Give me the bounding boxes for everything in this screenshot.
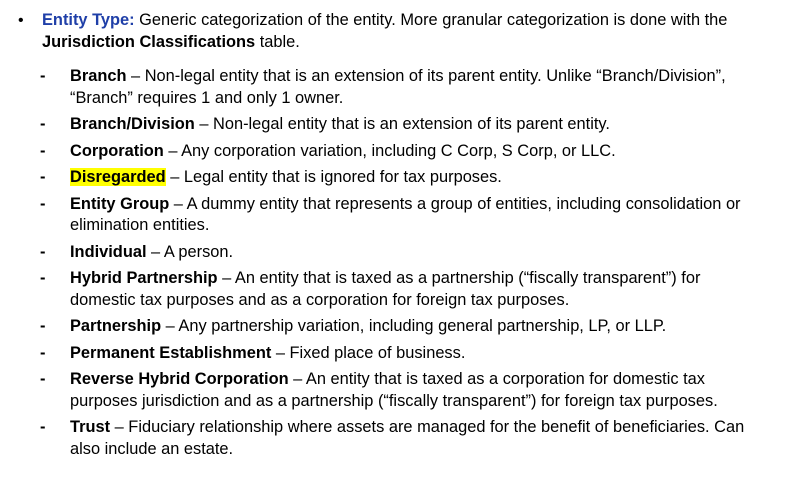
dash-marker: - [40,115,46,133]
intro-text-before: Generic categorization of the entity. Mo… [134,11,728,29]
dash-marker: - [40,343,46,362]
dash-marker: - [40,168,46,186]
item-term: Trust [70,418,111,436]
dash-marker: - [40,141,46,160]
item-desc: – A person. [146,242,234,261]
dash-marker: - [40,269,46,287]
item-term: Branch [70,67,127,85]
list-item-hybrid-partnership: - Hybrid Partnership – An entity that is… [0,268,787,311]
list-item-individual: - Individual – A person. [0,242,787,264]
item-desc: – Fixed place of business. [271,343,466,362]
bullet-icon: • [18,12,24,29]
list-item-trust: - Trust – Fiduciary relationship where a… [0,417,787,460]
entity-type-list: - Branch – Non-legal entity that is an e… [0,66,787,465]
item-term: Entity Group [70,194,170,213]
item-term: Reverse Hybrid Corporation [70,370,289,388]
intro-text-after: table. [255,32,300,51]
item-desc: – Legal entity that is ignored for tax p… [165,168,502,186]
item-term: Partnership [70,317,162,335]
document-page: • Entity Type: Generic categorization of… [0,0,787,488]
dash-marker: - [40,194,46,213]
item-term: Individual [70,242,147,261]
item-desc: – Non-legal entity that is an extension … [70,67,726,107]
dash-marker: - [40,317,46,335]
list-item-corporation: - Corporation – Any corporation variatio… [0,141,787,163]
dash-marker: - [40,418,46,436]
item-desc: – Fiduciary relationship where assets ar… [70,418,745,458]
item-desc: – Any partnership variation, including g… [161,317,667,335]
list-item-entity-group: - Entity Group – A dummy entity that rep… [0,194,787,237]
item-desc: – Any corporation variation, including C… [163,141,616,160]
entity-type-term: Entity Type: [42,11,135,29]
item-desc: – Non-legal entity that is an extension … [194,115,610,133]
entity-type-intro: Entity Type: Generic categorization of t… [42,10,772,53]
item-term: Branch/Division [70,115,195,133]
item-term: Permanent Establishment [70,343,272,362]
item-term: Hybrid Partnership [70,269,218,287]
list-item-partnership: - Partnership – Any partnership variatio… [0,316,787,338]
list-item-reverse-hybrid-corporation: - Reverse Hybrid Corporation – An entity… [0,369,787,412]
list-item-branch-division: - Branch/Division – Non-legal entity tha… [0,114,787,136]
list-item-permanent-establishment: - Permanent Establishment – Fixed place … [0,343,787,365]
dash-marker: - [40,242,46,261]
jurisdiction-classifications-term: Jurisdiction Classifications [42,32,256,51]
list-item-disregarded: - Disregarded – Legal entity that is ign… [0,167,787,189]
list-item-branch: - Branch – Non-legal entity that is an e… [0,66,787,109]
dash-marker: - [40,370,46,388]
dash-marker: - [40,67,46,85]
item-term-highlighted: Disregarded [70,168,166,186]
item-desc: – A dummy entity that represents a group… [70,194,741,235]
item-term: Corporation [70,141,164,160]
